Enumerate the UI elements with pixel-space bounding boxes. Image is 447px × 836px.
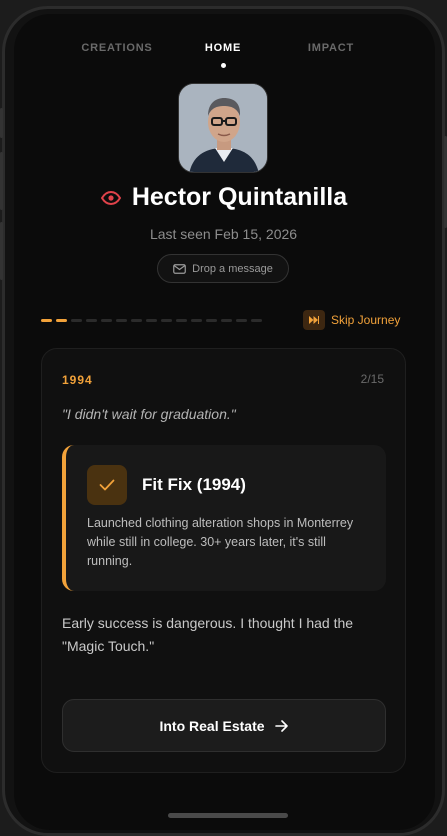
highlight-title: Fit Fix (1994) — [142, 475, 246, 494]
progress-segment — [56, 319, 67, 322]
eye-icon[interactable] — [100, 187, 122, 209]
journey-progress — [41, 319, 262, 322]
side-button-mute — [0, 108, 3, 138]
mail-icon — [173, 263, 186, 274]
progress-segment — [191, 319, 202, 322]
active-tab-indicator — [221, 63, 226, 68]
milestone-story: Early success is dangerous. I thought I … — [62, 615, 354, 654]
check-icon — [87, 465, 127, 505]
milestone-highlight: Fit Fix (1994) Launched clothing alterat… — [62, 445, 386, 591]
progress-segment — [146, 319, 157, 322]
avatar — [178, 83, 268, 173]
progress-segment — [116, 319, 127, 322]
progress-segment — [206, 319, 217, 322]
highlight-body: Launched clothing alteration shops in Mo… — [87, 516, 354, 568]
progress-segment — [86, 319, 97, 322]
progress-segment — [221, 319, 232, 322]
progress-segment — [176, 319, 187, 322]
next-chapter-button[interactable]: Into Real Estate — [62, 699, 386, 752]
fast-forward-icon — [303, 310, 325, 330]
profile-name-row: Hector Quintanilla — [0, 183, 447, 212]
journey-card: 1994 2/15 "I didn't wait for graduation.… — [41, 348, 406, 773]
profile-name: Hector Quintanilla — [131, 183, 348, 211]
progress-segment — [161, 319, 172, 322]
progress-segment — [251, 319, 262, 322]
drop-message-label: Drop a message — [192, 262, 273, 275]
milestone-counter: 2/15 — [360, 372, 384, 386]
milestone-quote: "I didn't wait for graduation." — [62, 406, 236, 422]
portrait-photo-icon — [179, 84, 267, 172]
home-indicator[interactable] — [168, 813, 288, 818]
progress-segment — [71, 319, 82, 322]
tab-home[interactable]: HOME — [168, 42, 278, 54]
next-chapter-label: Into Real Estate — [159, 717, 265, 734]
progress-segment — [236, 319, 247, 322]
arrow-right-icon — [274, 719, 288, 732]
progress-segment — [41, 319, 52, 322]
skip-journey-label: Skip Journey — [331, 313, 401, 327]
tab-creations[interactable]: CREATIONS — [62, 42, 172, 54]
drop-message-button[interactable]: Drop a message — [157, 254, 289, 283]
milestone-year: 1994 — [62, 373, 93, 387]
skip-journey-button[interactable]: Skip Journey — [303, 310, 400, 330]
progress-segment — [131, 319, 142, 322]
tab-impact[interactable]: IMPACT — [276, 42, 386, 54]
last-seen-text: Last seen Feb 15, 2026 — [149, 226, 298, 242]
progress-segment — [101, 319, 112, 322]
